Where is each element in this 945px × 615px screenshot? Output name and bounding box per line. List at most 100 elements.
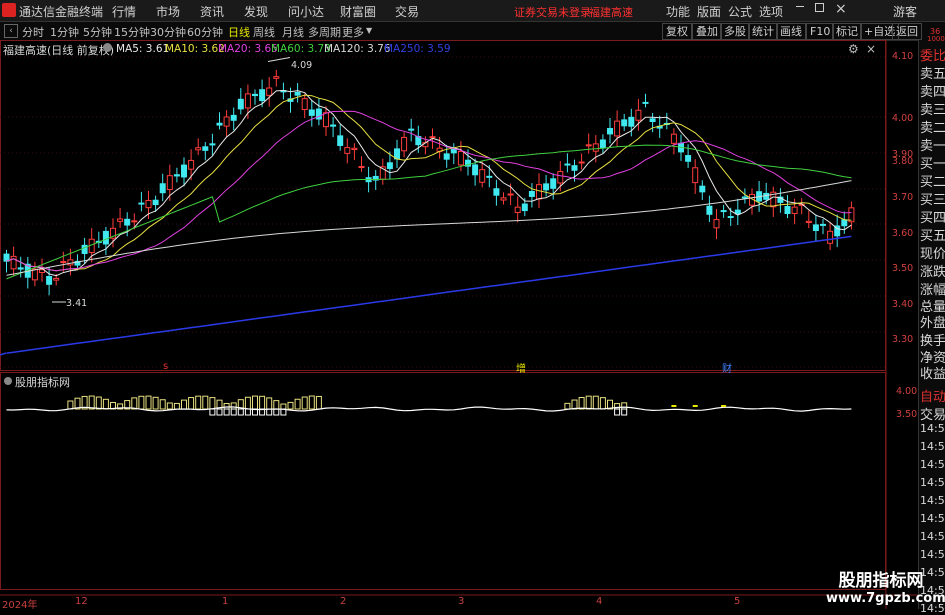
back-button[interactable]: 返回 (892, 23, 922, 40)
minimize-icon[interactable] (796, 6, 804, 7)
event-mark-finance[interactable]: 财 (722, 360, 732, 375)
menu-market-quotes[interactable]: 行情 (112, 3, 136, 20)
indicator-mark (671, 405, 677, 407)
candle-body (685, 155, 692, 162)
candle-body (145, 199, 152, 209)
stock-tab[interactable]: 福建高速 (589, 4, 633, 20)
sidebar-item[interactable]: 买二 (920, 171, 945, 190)
period-multi[interactable]: 多周期 (308, 24, 341, 40)
candle-body (195, 147, 202, 151)
menu-formula[interactable]: 公式 (728, 3, 752, 20)
indicator-bar (181, 399, 187, 410)
sidebar-auto[interactable]: 自动 (920, 386, 945, 405)
sidebar-time: 14:56 (920, 458, 945, 471)
sidebar-item[interactable]: 现价 (920, 243, 945, 262)
period-tick[interactable]: 分时 (22, 24, 44, 40)
candle-body (479, 169, 486, 183)
mark-button[interactable]: 标记 (832, 23, 862, 40)
period-monthly[interactable]: 月线 (282, 24, 304, 40)
menu-wealth[interactable]: 财富圈 (340, 3, 376, 20)
candle-body (578, 161, 585, 164)
menu-function[interactable]: 功能 (666, 3, 690, 20)
sidebar-item[interactable]: 买四 (920, 207, 945, 226)
f10-button[interactable]: F10 (806, 23, 835, 40)
sidebar-trade[interactable]: 交易 (920, 404, 945, 423)
sidebar-item[interactable]: 买一 (920, 153, 945, 172)
sidebar-item[interactable]: 卖五 (920, 63, 945, 82)
indicator-bar (223, 403, 230, 410)
sidebar-item[interactable]: 卖四 (920, 81, 945, 100)
candle-body (472, 164, 479, 176)
candlestick-chart[interactable] (0, 40, 918, 609)
app-title: 通达信金融终端 (19, 5, 104, 19)
sidebar-item[interactable]: 买五 (920, 225, 945, 244)
event-mark-s[interactable]: s (163, 361, 168, 372)
period-daily[interactable]: 日线 (228, 24, 250, 40)
period-15min[interactable]: 15分钟 (114, 24, 150, 40)
more-chevron-icon[interactable]: ▼ (366, 26, 372, 35)
candle-body (827, 230, 834, 244)
indicator-bar (614, 408, 621, 416)
indicator-bar (159, 399, 166, 410)
sidebar-item[interactable]: 涨跌 (920, 261, 945, 280)
sidebar-item[interactable]: 卖三 (920, 99, 945, 118)
period-1min[interactable]: 1分钟 (50, 24, 79, 40)
candle-body (386, 162, 393, 170)
candle-body (408, 128, 415, 131)
y-tick: 4.10 (892, 51, 914, 62)
menu-assistant[interactable]: 问小达 (288, 3, 324, 20)
candle-body (166, 175, 173, 191)
indicator-settings-icon[interactable] (4, 377, 12, 385)
restore-rights-button[interactable]: 复权 (662, 23, 692, 40)
candle-body (607, 128, 613, 135)
close-icon[interactable]: × (835, 1, 847, 17)
indicator-bar (131, 397, 138, 410)
menu-options[interactable]: 选项 (759, 3, 783, 20)
indicator-bar (571, 399, 578, 410)
menu-layout[interactable]: 版面 (697, 3, 721, 20)
expand-icon[interactable]: ‹ (4, 24, 18, 38)
candle-body (791, 206, 798, 214)
indicator-bar (621, 408, 628, 416)
candle-body (500, 197, 507, 201)
sidebar-item[interactable]: 外盘 (920, 312, 945, 331)
guest-label[interactable]: 游客 (893, 3, 917, 20)
ma-line (6, 94, 852, 272)
period-more[interactable]: 更多 (342, 24, 364, 40)
multi-stock-button[interactable]: 多股 (720, 23, 750, 40)
period-60min[interactable]: 60分钟 (187, 24, 223, 40)
period-5min[interactable]: 5分钟 (83, 24, 112, 40)
candle-body (457, 150, 464, 166)
login-warning[interactable]: 证券交易未登录 (514, 4, 591, 20)
sidebar-item[interactable]: 卖二 (920, 117, 945, 136)
maximize-icon[interactable] (815, 3, 824, 12)
indicator-bar (202, 395, 209, 410)
candle-body (10, 255, 17, 270)
candle-body (237, 98, 244, 110)
menu-trade[interactable]: 交易 (395, 3, 419, 20)
indicator-bar (209, 397, 216, 410)
candle-body (102, 230, 109, 245)
candle-body (17, 267, 24, 270)
statistics-button[interactable]: 统计 (748, 23, 778, 40)
x-label-mar: 3 (458, 596, 465, 607)
period-30min[interactable]: 30分钟 (150, 24, 186, 40)
sidebar-item[interactable]: 买三 (920, 189, 945, 208)
indicator-bar (287, 401, 294, 410)
sidebar-item[interactable]: 委比 (920, 45, 945, 64)
note-leader (267, 57, 291, 63)
draw-line-button[interactable]: 画线 (776, 23, 806, 40)
y-tick: 3.30 (892, 334, 914, 345)
sidebar-item[interactable]: 卖一 (920, 135, 945, 154)
overlay-button[interactable]: 叠加 (692, 23, 722, 40)
candle-body (635, 109, 642, 121)
indicator-y-tick: 4.00 (896, 386, 918, 397)
high-price-note: 4.09 (291, 60, 313, 71)
menu-news[interactable]: 资讯 (200, 3, 224, 20)
period-weekly[interactable]: 周线 (253, 24, 275, 40)
candle-body (131, 220, 138, 223)
menu-market[interactable]: 市场 (156, 3, 180, 20)
event-mark-increase[interactable]: 增 (516, 360, 526, 375)
menu-discover[interactable]: 发现 (244, 3, 268, 20)
sidebar-item[interactable]: 收益 (920, 363, 945, 382)
